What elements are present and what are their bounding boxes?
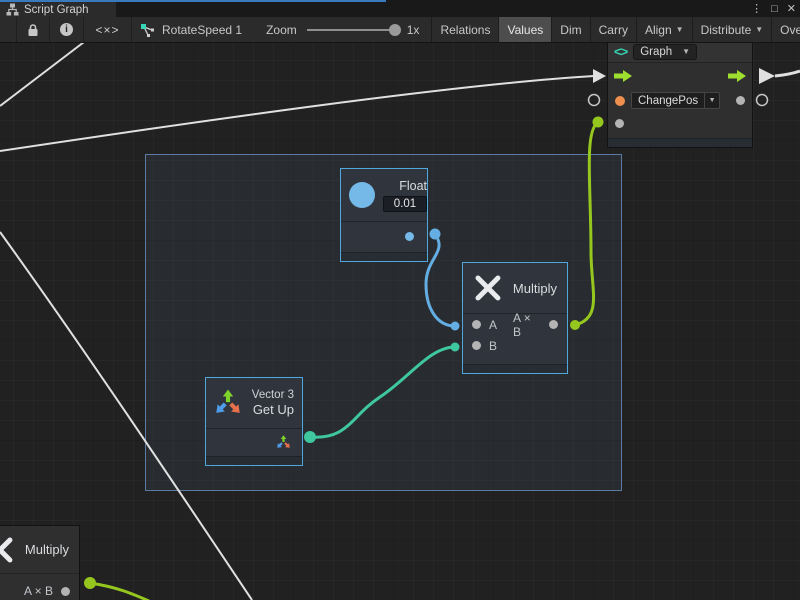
tab-script-graph[interactable]: Script Graph xyxy=(0,2,116,17)
float-node[interactable]: Float 0.01 xyxy=(340,168,428,262)
vector3-node-header: Vector 3 Get Up xyxy=(206,378,302,428)
vector3-icon xyxy=(214,389,242,417)
node-footer xyxy=(608,138,752,147)
float-node-header: Float 0.01 xyxy=(341,169,427,221)
vector3-node-title: Get Up xyxy=(253,402,294,417)
chevron-down-icon: ▼ xyxy=(676,25,684,34)
code-view-icon: <×> xyxy=(95,23,119,37)
vector3-type-label: Vector 3 xyxy=(252,389,294,401)
node-footer xyxy=(341,252,427,261)
graph-dropdown-button[interactable]: Graph ▼ xyxy=(633,44,697,60)
multiply-partial-title: Multiply xyxy=(25,542,69,557)
multiply-icon xyxy=(0,535,15,565)
event-input-port[interactable] xyxy=(615,96,625,106)
float-type-icon xyxy=(349,182,375,208)
port-label-axb: A × B xyxy=(24,584,53,598)
vector3-getup-node[interactable]: Vector 3 Get Up xyxy=(205,377,303,466)
graph-icon: <> xyxy=(614,44,627,59)
port-label-b: B xyxy=(489,339,497,353)
multiply-node[interactable]: Multiply A A × B B xyxy=(462,262,568,374)
script-graph-icon xyxy=(6,3,19,16)
chevron-down-icon: ▼ xyxy=(755,25,763,34)
multiply-node-header: Multiply xyxy=(463,263,567,313)
event-output-port[interactable] xyxy=(736,96,745,105)
multiply-input-a-port[interactable] xyxy=(472,320,481,329)
graph-reference-icon xyxy=(140,23,156,37)
zoom-slider[interactable] xyxy=(307,29,397,31)
info-button[interactable]: i xyxy=(50,17,84,42)
node-footer xyxy=(206,456,302,465)
secondary-input-port[interactable] xyxy=(615,119,624,128)
info-icon: i xyxy=(60,23,73,36)
port-label-a: A xyxy=(489,318,497,332)
unity-script-graph-window: <> Graph ▼ ChangePos ▼ xyxy=(0,0,800,600)
lock-button[interactable] xyxy=(16,17,50,42)
graph-event-node[interactable]: <> Graph ▼ ChangePos ▼ xyxy=(607,40,753,148)
tab-title: Script Graph xyxy=(24,4,89,16)
align-button[interactable]: Align ▼ xyxy=(636,17,692,42)
carry-button[interactable]: Carry xyxy=(590,17,636,42)
multiply-icon xyxy=(473,273,503,303)
vector3-output-port[interactable] xyxy=(276,435,291,450)
overview-button[interactable]: Overview xyxy=(771,17,800,42)
relations-button[interactable]: Relations xyxy=(431,17,498,42)
multiply-input-b-port[interactable] xyxy=(472,341,481,350)
float-output-port[interactable] xyxy=(405,232,414,241)
multiply-partial-header: Multiply xyxy=(0,526,79,574)
maximize-icon[interactable]: □ xyxy=(771,3,778,15)
toolbar: i <×> RotateSpeed 1 Zoom 1x Relations Va… xyxy=(0,17,800,43)
multiply-node-title: Multiply xyxy=(513,281,557,296)
values-button[interactable]: Values xyxy=(498,17,551,42)
dim-button[interactable]: Dim xyxy=(551,17,589,42)
flow-out-arrow-icon[interactable] xyxy=(728,70,746,82)
multiply-node-partial[interactable]: Multiply A A × B xyxy=(0,525,80,600)
float-node-title: Float xyxy=(399,179,427,193)
multiply-output-port[interactable] xyxy=(549,320,558,329)
tab-bar: Script Graph ⋮ □ ✕ xyxy=(0,0,800,17)
event-name-field[interactable]: ChangePos ▼ xyxy=(631,92,720,109)
menu-icon[interactable]: ⋮ xyxy=(751,2,762,15)
close-icon[interactable]: ✕ xyxy=(787,2,796,15)
float-value-input[interactable]: 0.01 xyxy=(383,196,427,212)
graph-node-header: <> Graph ▼ xyxy=(608,41,752,63)
flow-in-arrow-icon[interactable] xyxy=(614,70,632,82)
multiply-partial-output-port[interactable] xyxy=(61,587,70,596)
node-footer xyxy=(463,364,567,373)
lock-icon xyxy=(27,23,39,37)
code-view-button[interactable]: <×> xyxy=(84,17,132,42)
graph-reference-label: RotateSpeed 1 xyxy=(162,23,242,37)
chevron-down-icon: ▼ xyxy=(682,47,690,56)
zoom-label: Zoom xyxy=(266,23,297,37)
graph-breadcrumb[interactable]: RotateSpeed 1 xyxy=(132,17,252,42)
zoom-value: 1x xyxy=(407,23,420,37)
distribute-button[interactable]: Distribute ▼ xyxy=(692,17,772,42)
zoom-slider-handle[interactable] xyxy=(389,24,401,36)
chevron-down-icon[interactable]: ▼ xyxy=(704,93,719,108)
